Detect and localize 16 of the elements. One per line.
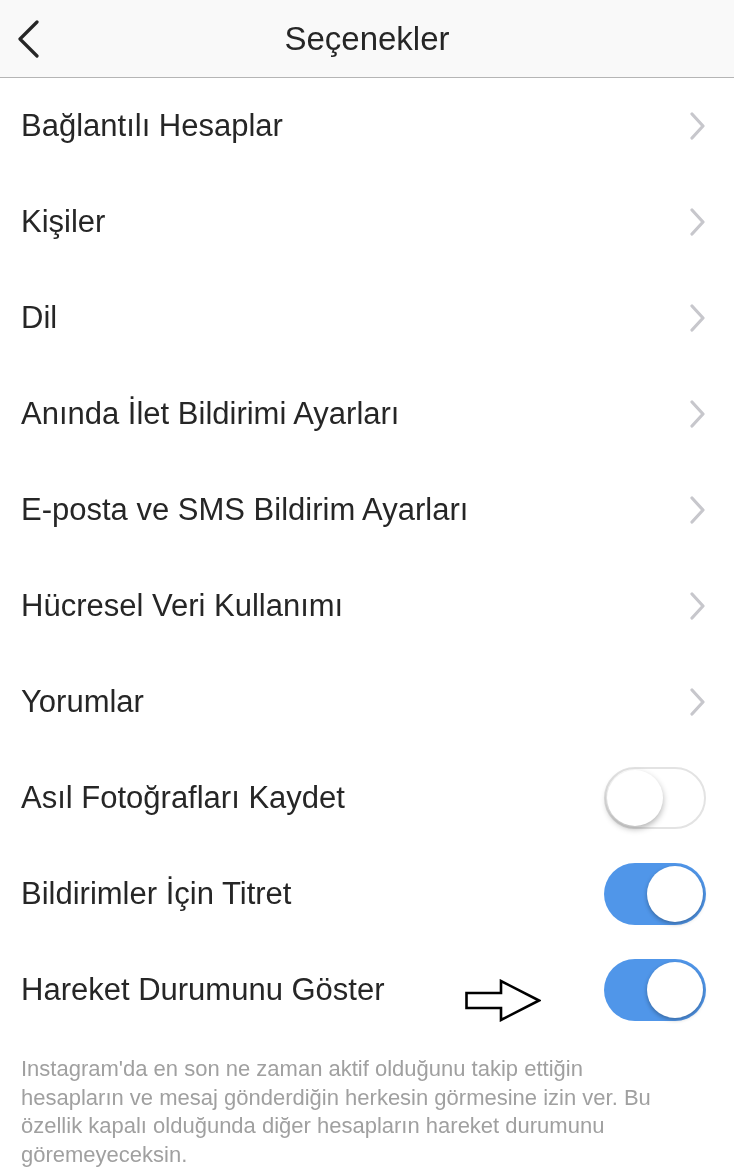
chevron-right-icon — [689, 496, 706, 524]
setting-label: Hareket Durumunu Göster — [21, 970, 385, 1009]
chevron-right-icon — [689, 304, 706, 332]
page-title: Seçenekler — [283, 18, 451, 59]
back-chevron-icon — [16, 19, 40, 58]
chevron-right-icon — [689, 688, 706, 716]
chevron-right-icon — [689, 592, 706, 620]
chevron-right-icon — [689, 400, 706, 428]
setting-label: Asıl Fotoğrafları Kaydet — [21, 778, 345, 817]
toggle-switch[interactable] — [604, 959, 706, 1021]
chevron-right-icon — [689, 112, 706, 140]
setting-label: Bildirimler İçin Titret — [21, 874, 292, 913]
footer-note: Instagram'da en son ne zaman aktif olduğunu takip ettiğin hesapların ve mesaj gönderdiğin herkesin görmesine izin ver. Bu özellik kapalı olduğunda diğer hesapların hareket durumunu göremeyeceksin. — [20, 1055, 652, 1169]
toggle-switch[interactable] — [604, 863, 706, 925]
toggle-switch[interactable] — [604, 767, 706, 829]
chevron-right-icon — [689, 208, 706, 236]
